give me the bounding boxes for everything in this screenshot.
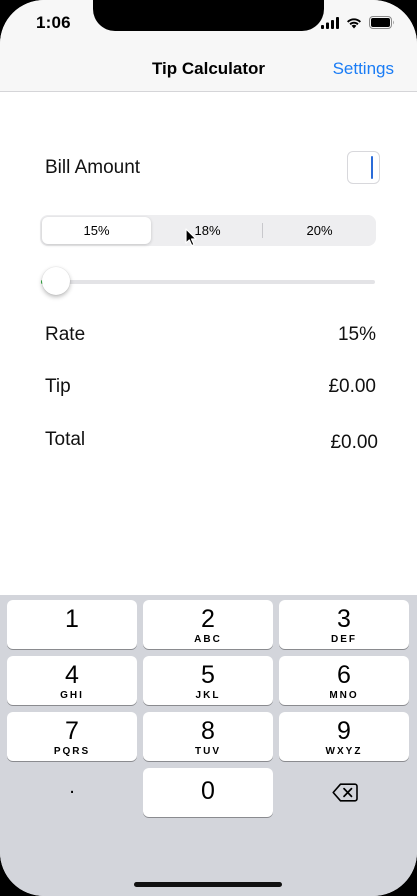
rate-label: Rate — [45, 324, 86, 345]
key-letters: TUV — [195, 746, 221, 757]
navigation-bar: Tip Calculator Settings — [0, 46, 417, 92]
delete-backspace-icon — [332, 783, 358, 802]
main-content: Bill Amount 15% 18% 20% Rate 15% Tip £0.… — [0, 92, 417, 595]
tip-label: Tip — [45, 376, 71, 397]
tip-slider-thumb[interactable] — [42, 267, 70, 295]
key-number: 4 — [65, 661, 79, 689]
key-letters: MNO — [329, 690, 359, 701]
key-number: 9 — [337, 717, 351, 745]
total-label: Total — [45, 429, 86, 450]
rate-value: 15% — [337, 324, 376, 345]
key-number: 2 — [201, 605, 215, 633]
key-2[interactable]: 2 ABC — [143, 600, 273, 649]
key-number: 6 — [337, 661, 351, 689]
signal-icon — [321, 16, 339, 29]
tip-percentage-segmented-control[interactable]: 15% 18% 20% — [40, 215, 376, 246]
phone-screen: 1:06 Tip Calculator Settings Bill Amount… — [0, 0, 417, 896]
key-8[interactable]: 8 TUV — [143, 712, 273, 761]
mouse-pointer-icon — [185, 228, 197, 247]
wifi-icon — [347, 17, 361, 28]
number-keypad: 1 2 ABC 3 DEF 4 GHI 5 JKL 6 MNO 7 PQRS 8… — [0, 595, 417, 896]
key-number: 7 — [65, 717, 79, 745]
key-decimal[interactable]: . — [7, 768, 137, 817]
settings-button[interactable]: Settings — [333, 59, 394, 79]
bill-amount-label: Bill Amount — [45, 157, 141, 178]
key-number: 8 — [201, 717, 215, 745]
tip-slider-track[interactable] — [41, 280, 375, 284]
segment-18-percent[interactable]: 18% — [153, 217, 262, 244]
total-value: £0.00 — [330, 432, 378, 453]
segment-divider — [262, 223, 263, 238]
notch — [93, 0, 324, 31]
home-indicator[interactable] — [134, 882, 282, 887]
key-letters: PQRS — [53, 746, 91, 757]
segment-20-percent[interactable]: 20% — [265, 217, 374, 244]
bill-amount-input[interactable] — [347, 151, 380, 184]
key-9[interactable]: 9 WXYZ — [279, 712, 409, 761]
key-4[interactable]: 4 GHI — [7, 656, 137, 705]
key-6[interactable]: 6 MNO — [279, 656, 409, 705]
key-number: 5 — [201, 661, 215, 689]
key-7[interactable]: 7 PQRS — [7, 712, 137, 761]
key-delete[interactable] — [279, 768, 409, 817]
battery-icon — [369, 16, 394, 29]
status-icons — [321, 16, 395, 29]
segment-15-percent[interactable]: 15% — [42, 217, 151, 244]
key-3[interactable]: 3 DEF — [279, 600, 409, 649]
key-letters: JKL — [195, 690, 221, 701]
tip-value: £0.00 — [328, 376, 376, 397]
key-decimal-label: . — [69, 776, 75, 798]
status-bar: 1:06 — [0, 0, 417, 46]
key-number: 0 — [201, 777, 215, 805]
key-1[interactable]: 1 — [7, 600, 137, 649]
key-number: 1 — [65, 605, 79, 633]
status-time: 1:06 — [36, 13, 71, 32]
text-caret — [371, 156, 373, 179]
key-letters: DEF — [331, 634, 357, 645]
key-5[interactable]: 5 JKL — [143, 656, 273, 705]
key-0[interactable]: 0 — [143, 768, 273, 817]
key-letters: WXYZ — [325, 746, 363, 757]
key-number: 3 — [337, 605, 351, 633]
key-letters: ABC — [194, 634, 222, 645]
key-letters: GHI — [60, 690, 84, 701]
